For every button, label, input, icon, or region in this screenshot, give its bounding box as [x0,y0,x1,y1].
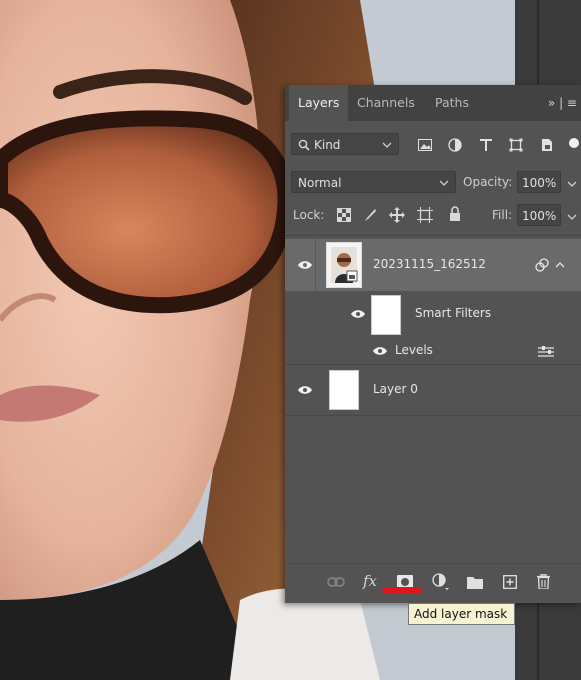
layers-panel: Layers Channels Paths » | ≡ Kind Normal … [285,85,581,603]
panel-tab-bar: Layers Channels Paths » | ≡ [285,85,581,121]
adjustment-layer-icon[interactable] [432,573,450,591]
layer-name[interactable]: Layer 0 [373,382,418,396]
layer-name[interactable]: 20231115_162512 [373,257,486,271]
highlight-underline-mark [382,587,422,594]
chevron-up-icon[interactable] [555,262,565,268]
eye-icon[interactable] [372,346,388,356]
blend-row: Normal Opacity: 100% [285,170,581,196]
smart-filter-mask-thumbnail[interactable] [371,295,401,335]
adjustment-filter-icon[interactable] [448,138,462,152]
blend-mode-select[interactable]: Normal [291,171,456,193]
type-filter-icon[interactable] [479,138,493,152]
layer-thumbnail[interactable] [329,370,359,410]
group-folder-icon[interactable] [467,576,483,589]
kind-filter-select[interactable]: Kind [291,133,399,155]
fill-chevron-icon[interactable] [567,214,577,220]
blend-mode-value: Normal [298,176,342,190]
new-layer-icon[interactable] [503,575,517,589]
link-layers-icon[interactable] [327,577,345,587]
panel-menu-icon[interactable]: » | ≡ [548,85,577,121]
list-divider [285,364,581,365]
kind-label: Kind [314,138,341,152]
lock-image-pixels-icon[interactable] [363,208,377,222]
chevron-down-icon [382,142,392,148]
fx-icon[interactable]: fx [363,572,377,590]
layer-row-smart-filters[interactable]: Smart Filters [285,293,581,337]
portrait-thumbnail [331,247,358,283]
shape-filter-icon[interactable] [509,138,523,152]
lock-artboard-icon[interactable] [417,207,433,223]
trash-icon[interactable] [537,574,550,589]
opacity-label: Opacity: [463,175,513,189]
opacity-input[interactable]: 100% [517,171,561,193]
eye-icon[interactable] [297,260,313,270]
smart-object-filter-icon[interactable] [540,138,554,152]
lock-transparent-pixels-icon[interactable] [337,208,351,222]
row-separator [315,239,316,291]
filter-blending-options-icon[interactable] [538,346,554,358]
image-filter-icon[interactable] [418,139,432,151]
filter-toggle-icon[interactable] [569,138,579,148]
lock-row: Lock: Fill: 100% [285,203,581,229]
eye-icon[interactable] [350,309,366,319]
smart-filters-label: Smart Filters [415,306,492,320]
tooltip: Add layer mask [408,603,515,625]
smart-filter-indicator-icon [535,258,549,272]
layer-list: 20231115_162512 Smart Filters Levels Lay… [285,235,581,561]
tab-channels[interactable]: Channels [348,85,424,121]
tab-paths[interactable]: Paths [426,85,478,121]
search-icon [298,139,310,151]
opacity-chevron-icon[interactable] [567,181,577,187]
eye-icon[interactable] [297,385,313,395]
list-divider [285,415,581,416]
layer-row-smart-object[interactable]: 20231115_162512 [285,239,581,291]
tab-layers[interactable]: Layers [289,85,349,121]
filter-row: Kind [285,131,581,157]
layer-row-levels-filter[interactable]: Levels [285,339,581,363]
fill-input[interactable]: 100% [517,204,561,226]
panel-footer-toolbar: fx [285,563,581,604]
chevron-down-icon [439,180,449,186]
lock-all-icon[interactable] [449,206,461,221]
levels-filter-name[interactable]: Levels [395,343,433,357]
layer-thumbnail[interactable] [326,242,362,288]
list-divider [285,235,581,236]
lock-position-icon[interactable] [389,207,405,223]
layer-row-layer-0[interactable]: Layer 0 [285,366,581,414]
lock-label: Lock: [293,208,325,222]
fill-label: Fill: [492,208,513,222]
